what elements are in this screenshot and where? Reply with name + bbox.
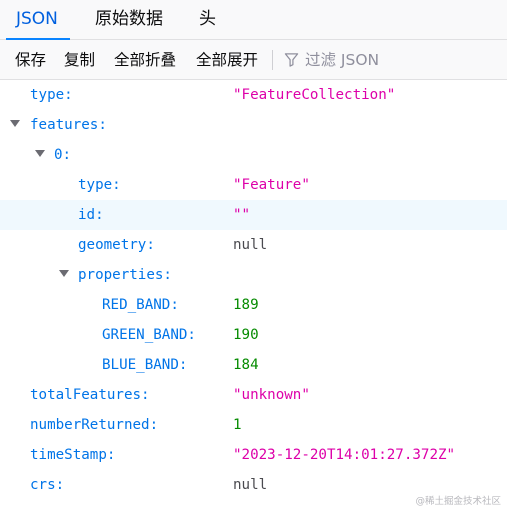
watermark: @稀土掘金技术社区 bbox=[415, 496, 501, 507]
tree-row-timestamp[interactable]: timeStamp: "2023-12-20T14:01:27.372Z" bbox=[0, 440, 507, 470]
row-value: null bbox=[233, 477, 268, 493]
collapse-all-button[interactable]: 全部折叠 bbox=[114, 40, 176, 79]
row-key: 0: bbox=[54, 147, 72, 163]
row-key: timeStamp: bbox=[30, 447, 116, 463]
tree-row-blue-band[interactable]: BLUE_BAND: 184 bbox=[0, 350, 507, 380]
row-value: 189 bbox=[233, 297, 259, 313]
copy-button[interactable]: 复制 bbox=[64, 40, 95, 79]
tree-row-features[interactable]: features: bbox=[0, 110, 507, 140]
row-key: type: bbox=[78, 177, 121, 193]
row-key: GREEN_BAND: bbox=[102, 327, 196, 343]
row-key: geometry: bbox=[78, 237, 155, 253]
row-key: totalFeatures: bbox=[30, 387, 150, 403]
toolbar-divider bbox=[272, 50, 273, 70]
filter-placeholder: 过滤 JSON bbox=[305, 50, 380, 69]
funnel-icon bbox=[284, 53, 299, 67]
row-value: 1 bbox=[233, 417, 242, 433]
tree-row-feature-0[interactable]: 0: bbox=[0, 140, 507, 170]
row-value: null bbox=[233, 237, 268, 253]
row-value: "unknown" bbox=[233, 387, 310, 403]
tree-row-type[interactable]: type: "FeatureCollection" bbox=[0, 80, 507, 110]
row-value: 190 bbox=[233, 327, 259, 343]
row-key: BLUE_BAND: bbox=[102, 357, 188, 373]
row-key: id: bbox=[78, 207, 104, 223]
tab-bar: JSON 原始数据 头 bbox=[0, 0, 507, 40]
expand-toggle-icon[interactable] bbox=[10, 120, 20, 127]
row-value: 184 bbox=[233, 357, 259, 373]
tree-row-green-band[interactable]: GREEN_BAND: 190 bbox=[0, 320, 507, 350]
filter-json-input[interactable]: 过滤 JSON bbox=[284, 40, 494, 79]
expand-toggle-icon[interactable] bbox=[59, 270, 69, 277]
row-value: "2023-12-20T14:01:27.372Z" bbox=[233, 447, 456, 463]
row-value: "FeatureCollection" bbox=[233, 87, 396, 103]
tab-raw-data[interactable]: 原始数据 bbox=[95, 0, 163, 39]
save-button[interactable]: 保存 bbox=[15, 40, 46, 79]
tab-headers[interactable]: 头 bbox=[199, 0, 216, 39]
tree-row-feature-type[interactable]: type: "Feature" bbox=[0, 170, 507, 200]
row-key: crs: bbox=[30, 477, 65, 493]
tree-row-total-features[interactable]: totalFeatures: "unknown" bbox=[0, 380, 507, 410]
tree-row-feature-properties[interactable]: properties: bbox=[0, 260, 507, 290]
expand-toggle-icon[interactable] bbox=[35, 150, 45, 157]
row-key: numberReturned: bbox=[30, 417, 159, 433]
tab-json[interactable]: JSON bbox=[6, 0, 70, 40]
tree-row-number-returned[interactable]: numberReturned: 1 bbox=[0, 410, 507, 440]
row-key: type: bbox=[30, 87, 73, 103]
row-key: features: bbox=[30, 117, 107, 133]
row-key: properties: bbox=[78, 267, 172, 283]
row-value: "" bbox=[233, 207, 251, 223]
row-value: "Feature" bbox=[233, 177, 310, 193]
tree-row-red-band[interactable]: RED_BAND: 189 bbox=[0, 290, 507, 320]
tree-row-feature-geometry[interactable]: geometry: null bbox=[0, 230, 507, 260]
row-key: RED_BAND: bbox=[102, 297, 179, 313]
tree-row-feature-id[interactable]: id: "" bbox=[0, 200, 507, 230]
expand-all-button[interactable]: 全部展开 bbox=[196, 40, 258, 79]
